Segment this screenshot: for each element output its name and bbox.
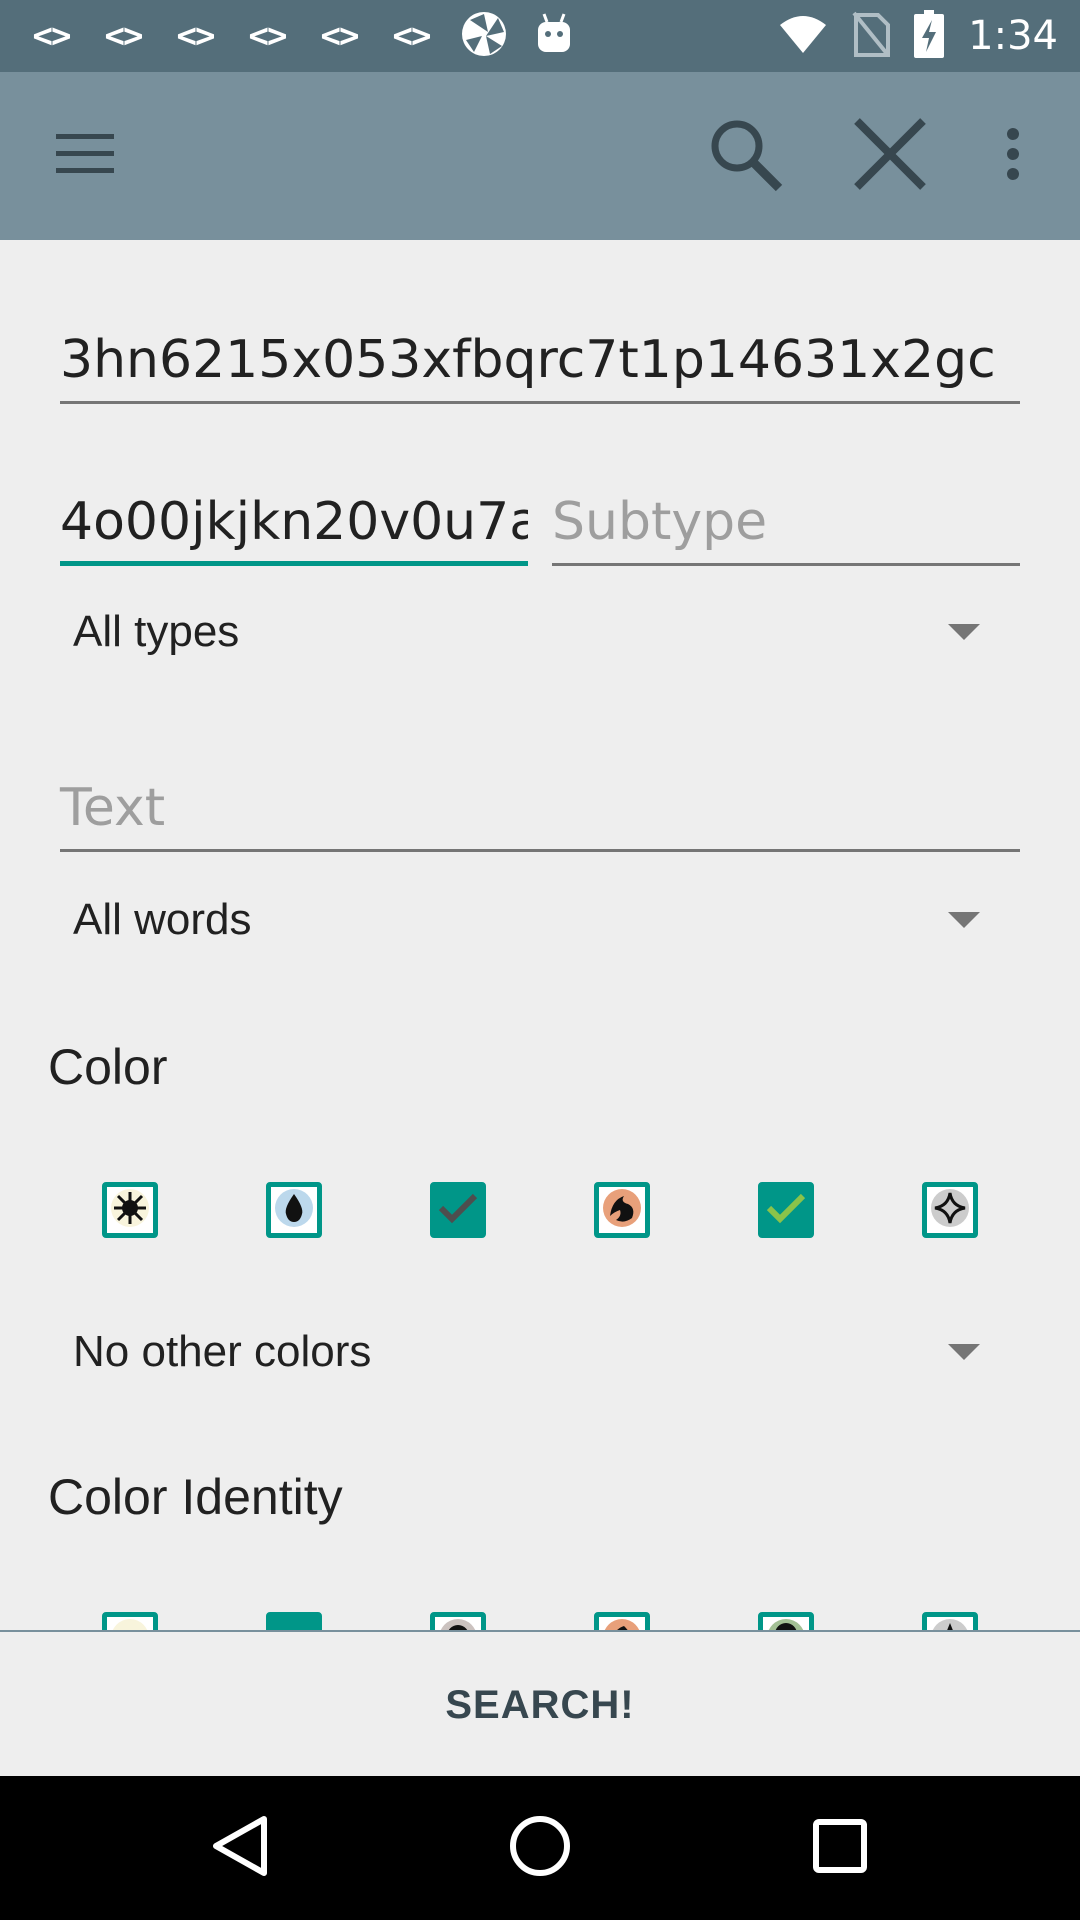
black-color-checkbox[interactable] (430, 1182, 486, 1238)
flame-icon (602, 1618, 642, 1630)
clock: 1:34 (968, 13, 1058, 59)
recents-button[interactable] (760, 1776, 920, 1920)
clear-button[interactable] (842, 72, 938, 240)
search-button[interactable] (700, 72, 790, 240)
more-vert-icon (1006, 127, 1020, 185)
home-circle-icon (509, 1815, 571, 1882)
colorless-color-checkbox[interactable] (922, 1182, 978, 1238)
field-underline (552, 563, 1020, 566)
close-icon (853, 117, 927, 196)
text-field[interactable]: Text (60, 720, 1020, 852)
white-identity-checkbox[interactable] (102, 1612, 158, 1630)
hamburger-menu-icon (56, 133, 114, 179)
color-checkbox-row (0, 1182, 1080, 1242)
code-notification-icon: <> (320, 16, 360, 56)
color-identity-section-title: Color Identity (48, 1469, 343, 1525)
skull-icon (438, 1618, 478, 1630)
app-toolbar (0, 72, 1080, 240)
sun-icon (110, 1188, 150, 1233)
red-color-checkbox[interactable] (594, 1182, 650, 1238)
search-form: 3hn6215x053xfbqrc7t1p14631x2gc 4o00jkjkn… (0, 240, 1080, 1630)
type-select-value: All types (73, 607, 240, 656)
other-colors-select[interactable]: No other colors (60, 1312, 1000, 1392)
navigation-bar (0, 1776, 1080, 1920)
colorless-identity-checkbox[interactable] (922, 1612, 978, 1630)
search-submit-button[interactable]: SEARCH! (0, 1632, 1080, 1778)
type-select[interactable]: All types (60, 592, 1000, 672)
dropdown-arrow-icon (948, 912, 980, 928)
back-button[interactable] (160, 1776, 320, 1920)
menu-button[interactable] (40, 72, 130, 240)
no-sim-icon (852, 11, 891, 62)
system-icons: 1:34 (778, 0, 1058, 72)
sun-icon (110, 1618, 150, 1630)
blue-identity-checkbox[interactable] (266, 1612, 322, 1630)
supertype-field[interactable]: 4o00jkjkn20v0u7a (60, 430, 528, 566)
text-match-select-value: All words (73, 895, 252, 944)
red-identity-checkbox[interactable] (594, 1612, 650, 1630)
card-name-field[interactable]: 3hn6215x053xfbqrc7t1p14631x2gc (60, 280, 1020, 404)
android-notification-icon (534, 12, 574, 61)
diamond-icon (930, 1188, 970, 1233)
text-placeholder: Text (60, 778, 166, 838)
flame-icon (602, 1188, 642, 1233)
supertype-value-wrap: 4o00jkjkn20v0u7a (60, 491, 528, 552)
water-drop-icon (274, 1188, 314, 1233)
recents-square-icon (813, 1818, 867, 1878)
wifi-icon (778, 13, 828, 60)
code-notification-icon: <> (104, 16, 144, 56)
search-icon (707, 116, 783, 197)
green-color-checkbox[interactable] (758, 1182, 814, 1238)
subtype-placeholder: Subtype (552, 492, 768, 552)
aperture-notification-icon (460, 10, 508, 63)
dropdown-arrow-icon (948, 1344, 980, 1360)
back-triangle-icon (210, 1815, 270, 1882)
card-name-value: 3hn6215x053xfbqrc7t1p14631x2gc (60, 330, 996, 390)
search-action-bar: SEARCH! (0, 1630, 1080, 1776)
text-match-select[interactable]: All words (60, 880, 1000, 960)
check-icon (766, 1192, 806, 1229)
code-notification-icon: <> (248, 16, 288, 56)
battery-charging-icon (914, 9, 945, 63)
code-notification-icon: <> (392, 16, 432, 56)
black-identity-checkbox[interactable] (430, 1612, 486, 1630)
tree-icon (766, 1618, 806, 1630)
other-colors-select-value: No other colors (73, 1327, 372, 1376)
code-notification-icon: <> (32, 16, 72, 56)
diamond-icon (930, 1618, 970, 1630)
blue-color-checkbox[interactable] (266, 1182, 322, 1238)
white-color-checkbox[interactable] (102, 1182, 158, 1238)
field-underline (60, 401, 1020, 404)
dropdown-arrow-icon (948, 624, 980, 640)
color-section-title: Color (48, 1039, 168, 1095)
supertype-value: 4o00jkjkn20v0u7a (60, 492, 528, 552)
subtype-field[interactable]: Subtype (552, 430, 1020, 566)
field-underline (60, 561, 528, 566)
notification-icons: <> <> <> <> <> <> (28, 0, 574, 72)
field-underline (60, 849, 1020, 852)
overflow-menu-button[interactable] (988, 72, 1038, 240)
color-identity-checkbox-row (0, 1612, 1080, 1630)
code-notification-icon: <> (176, 16, 216, 56)
check-icon (438, 1192, 478, 1229)
status-bar: <> <> <> <> <> <> 1:34 (0, 0, 1080, 72)
home-button[interactable] (460, 1776, 620, 1920)
green-identity-checkbox[interactable] (758, 1612, 814, 1630)
